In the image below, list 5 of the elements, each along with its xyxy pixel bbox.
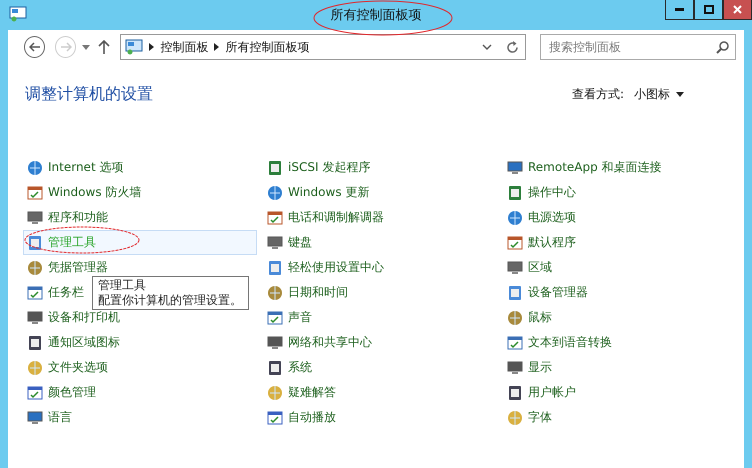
window-title: 所有控制面板项 [330, 7, 422, 24]
tooltip-text: 配置你计算机的管理设置。 [98, 293, 242, 308]
tooltip-title: 管理工具 [98, 278, 147, 293]
page-heading: 调整计算机的设置 [25, 84, 153, 105]
view-by-label: 查看方式: [572, 86, 624, 103]
